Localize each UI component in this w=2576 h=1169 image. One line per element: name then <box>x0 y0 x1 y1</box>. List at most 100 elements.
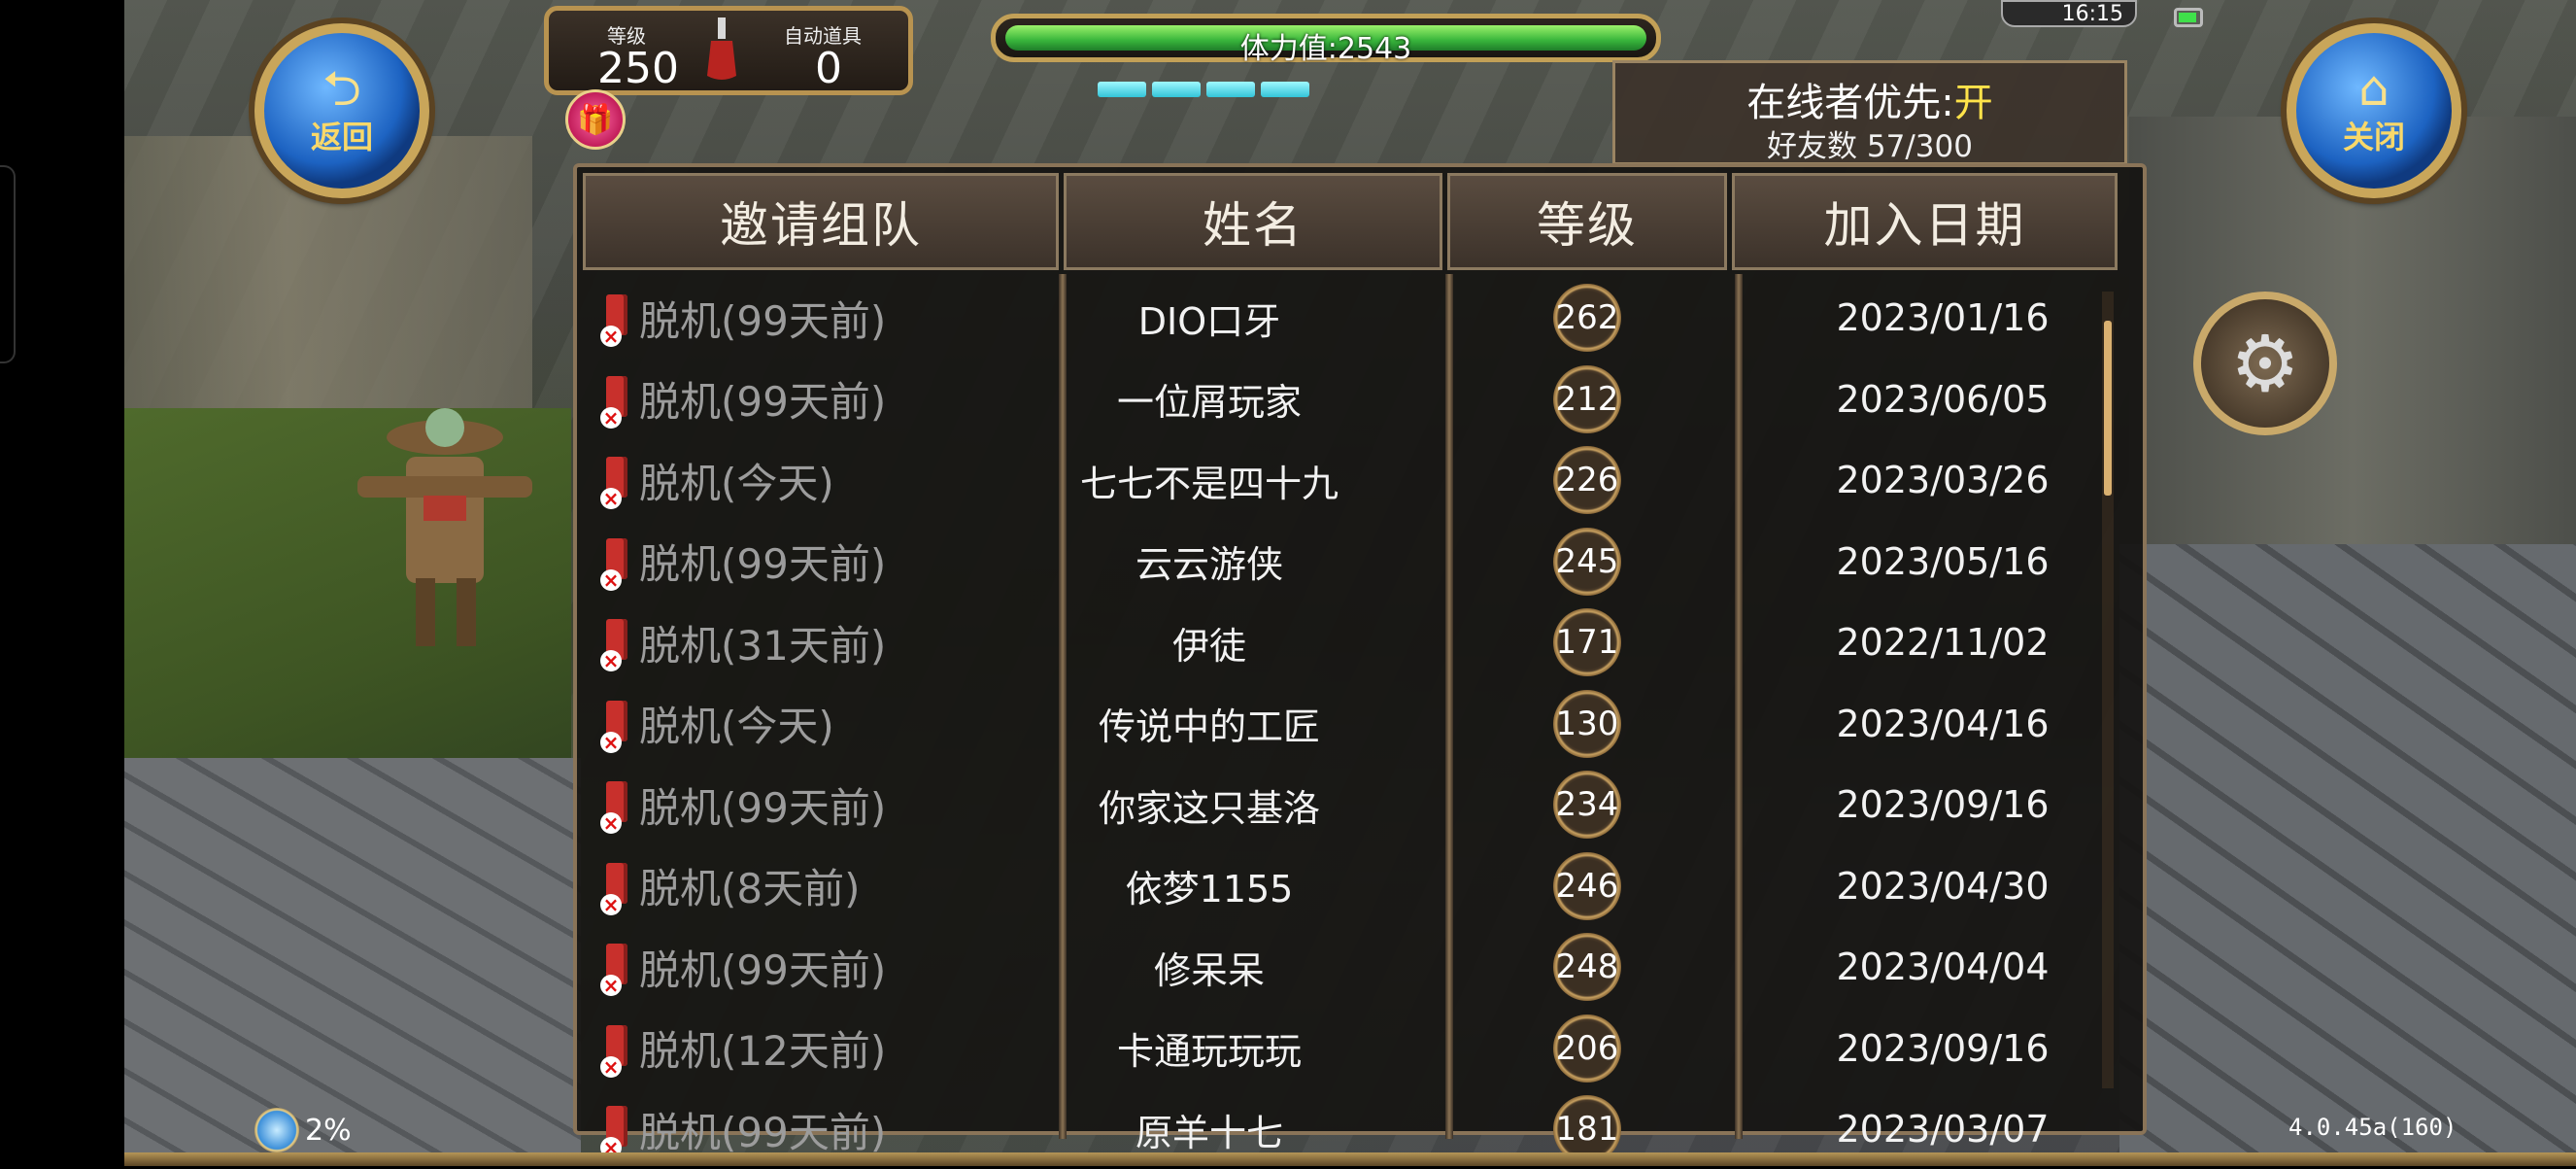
invite-status[interactable]: × 脱机(99天前) <box>600 522 886 602</box>
level-badge: 212 <box>1553 364 1621 433</box>
scene-cobblestone-right <box>2119 544 2576 1166</box>
friend-name: 依梦1155 <box>1125 868 1294 911</box>
status-text: 脱机(31天前) <box>639 621 887 670</box>
online-priority-label: 在线者优先: <box>1746 81 1954 125</box>
friend-name: 一位屑玩家 <box>1116 381 1302 424</box>
offline-phone-icon: × <box>600 1023 635 1078</box>
experience-indicator: 2% <box>254 1108 352 1152</box>
offline-phone-icon: × <box>600 861 635 915</box>
friend-row[interactable]: × 脱机(99天前) 云云游侠 245 2023/05/16 <box>583 522 2098 602</box>
scrollbar-thumb[interactable] <box>2104 321 2112 496</box>
status-text: 脱机(12天前) <box>639 1027 887 1075</box>
friend-name: 修呆呆 <box>1153 948 1265 992</box>
level-badge: 234 <box>1553 771 1621 839</box>
gift-icon[interactable]: 🎁 <box>565 89 626 150</box>
status-text: 脱机(99天前) <box>639 946 887 994</box>
status-text: 脱机(8天前) <box>639 865 861 912</box>
bottom-bar <box>124 1152 2576 1166</box>
stamina-bar: 体力值:2543 <box>991 14 1661 66</box>
close-label: 关闭 <box>2342 119 2405 155</box>
offline-phone-icon: × <box>600 942 635 996</box>
join-date: 2023/09/16 <box>1836 1026 2050 1070</box>
friend-row[interactable]: × 脱机(今天) 传说中的工匠 130 2023/04/16 <box>583 684 2098 764</box>
level-value: 250 <box>597 44 679 93</box>
join-date: 2023/05/16 <box>1836 539 2050 583</box>
clock-time: 16:15 <box>2061 1 2123 26</box>
join-date: 2023/06/05 <box>1836 377 2050 421</box>
level-badge: 245 <box>1553 527 1621 596</box>
invite-status[interactable]: × 脱机(12天前) <box>600 1009 886 1088</box>
potion-icon[interactable] <box>705 17 738 82</box>
header-name[interactable]: 姓名 <box>1064 173 1442 270</box>
friend-row[interactable]: × 脱机(12天前) 卡通玩玩玩 206 2023/09/16 <box>583 1009 2098 1088</box>
energy-segment <box>1261 82 1309 97</box>
friend-row[interactable]: × 脱机(99天前) DIO口牙 262 2023/01/16 <box>583 278 2098 358</box>
invite-status[interactable]: × 脱机(31天前) <box>600 602 886 682</box>
version-label: 4.0.45a(160) <box>2288 1114 2457 1141</box>
scene-cobblestone-left <box>124 758 581 1166</box>
friend-name: 卡通玩玩玩 <box>1116 1030 1302 1073</box>
exp-percent: 2% <box>305 1113 352 1148</box>
header-level[interactable]: 等级 <box>1447 173 1727 270</box>
clock: 16:15 <box>2001 0 2137 27</box>
settings-gear-button[interactable]: ⚙ <box>2193 292 2337 435</box>
level-badge: 262 <box>1553 284 1621 352</box>
offline-phone-icon: × <box>600 374 635 429</box>
home-icon: ⌂ <box>2358 60 2390 117</box>
level-badge: 130 <box>1553 689 1621 758</box>
offline-phone-icon: × <box>600 779 635 834</box>
status-text: 脱机(99天前) <box>639 1108 887 1156</box>
friend-name: 云云游侠 <box>1135 543 1283 586</box>
offline-phone-icon: × <box>600 292 635 347</box>
invite-status[interactable]: × 脱机(99天前) <box>600 927 886 1007</box>
invite-status[interactable]: × 脱机(今天) <box>600 684 834 764</box>
friend-table-header: 邀请组队 姓名 等级 加入日期 <box>583 173 2137 278</box>
stamina-label: 体力值:2543 <box>1239 32 1412 66</box>
gear-icon: ⚙ <box>2230 318 2300 409</box>
invite-status[interactable]: × 脱机(今天) <box>600 440 834 520</box>
status-text: 脱机(99天前) <box>639 296 887 345</box>
friend-name: 传说中的工匠 <box>1098 705 1320 748</box>
header-invite-party[interactable]: 邀请组队 <box>583 173 1059 270</box>
online-priority-state: 开 <box>1953 81 1993 125</box>
status-text: 脱机(99天前) <box>639 540 887 588</box>
friend-row[interactable]: × 脱机(31天前) 伊徒 171 2022/11/02 <box>583 602 2098 682</box>
level-badge: 248 <box>1553 933 1621 1001</box>
friend-name: 七七不是四十九 <box>1079 462 1339 505</box>
friend-row[interactable]: × 脱机(99天前) 一位屑玩家 212 2023/06/05 <box>583 360 2098 439</box>
header-join-date[interactable]: 加入日期 <box>1732 173 2118 270</box>
friend-row[interactable]: × 脱机(8天前) 依梦1155 246 2023/04/30 <box>583 846 2098 926</box>
friend-row[interactable]: × 脱机(今天) 七七不是四十九 226 2023/03/26 <box>583 440 2098 520</box>
online-priority-line: 在线者优先:开 <box>1615 71 2124 127</box>
scarecrow-monster[interactable] <box>348 398 542 651</box>
back-button[interactable]: ⮌ 返回 <box>254 23 429 198</box>
invite-status[interactable]: × 脱机(99天前) <box>600 278 886 358</box>
join-date: 2023/01/16 <box>1836 296 2050 339</box>
friend-row[interactable]: × 脱机(99天前) 你家这只基洛 234 2023/09/16 <box>583 765 2098 844</box>
energy-segments <box>1098 82 1315 101</box>
energy-segment <box>1206 82 1255 97</box>
online-priority-toggle[interactable]: 在线者优先:开 好友数 57/300 <box>1612 60 2127 165</box>
device-edge <box>0 165 16 363</box>
level-badge: 246 <box>1553 851 1621 920</box>
back-label: 返回 <box>310 119 373 155</box>
auto-item-value: 0 <box>815 44 842 93</box>
offline-phone-icon: × <box>600 455 635 509</box>
offline-phone-icon: × <box>600 699 635 753</box>
energy-segment <box>1152 82 1201 97</box>
close-button[interactable]: ⌂ 关闭 <box>2287 23 2461 198</box>
invite-status[interactable]: × 脱机(8天前) <box>600 846 861 926</box>
join-date: 2023/04/30 <box>1836 864 2050 908</box>
offline-phone-icon: × <box>600 536 635 591</box>
join-date: 2022/11/02 <box>1836 621 2050 664</box>
level-badge: 206 <box>1553 1014 1621 1083</box>
offline-phone-icon: × <box>600 617 635 671</box>
friend-count: 好友数 57/300 <box>1767 129 1973 164</box>
battery-icon <box>2174 8 2203 27</box>
friend-row[interactable]: × 脱机(99天前) 修呆呆 248 2023/04/04 <box>583 927 2098 1007</box>
back-arrow-icon: ⮌ <box>322 60 362 117</box>
level-badge: 171 <box>1553 608 1621 676</box>
join-date: 2023/04/04 <box>1836 946 2050 988</box>
invite-status[interactable]: × 脱机(99天前) <box>600 360 886 439</box>
invite-status[interactable]: × 脱机(99天前) <box>600 765 886 844</box>
